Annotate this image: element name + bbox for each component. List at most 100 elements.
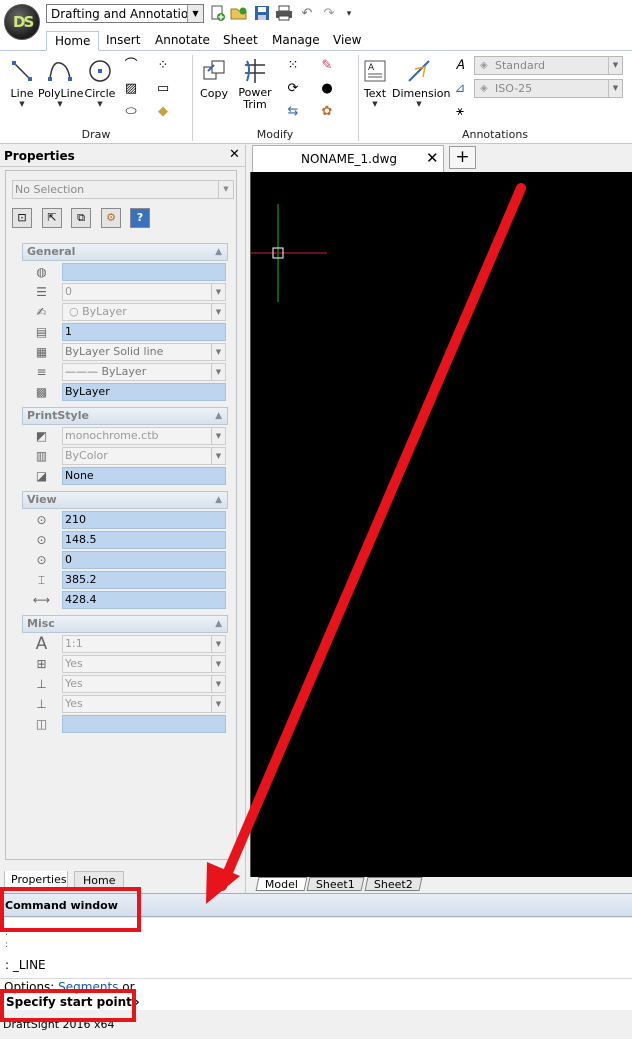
add-document-icon[interactable]: +	[449, 146, 476, 169]
section-misc-title: Misc	[27, 617, 55, 630]
property-row-print-table[interactable]: ◪ None	[22, 466, 228, 486]
rectangle-icon[interactable]: ▭	[152, 80, 174, 98]
draw-group-title: Draw	[81, 128, 111, 141]
tab-annotate[interactable]: Annotate	[147, 31, 218, 51]
line-button[interactable]: Line ▼	[6, 57, 38, 108]
property-row-line-color[interactable]: ✍ ○ ByLayer ▼	[22, 302, 228, 322]
document-tab[interactable]: NONAME_1.dwg ✕	[252, 145, 444, 172]
workspace-select[interactable]: Drafting and Annotation ▼	[46, 4, 204, 23]
document-tabs: NONAME_1.dwg ✕ +	[250, 145, 632, 172]
property-row-center-y[interactable]: ⊙ 148.5	[22, 530, 228, 550]
width-icon: ⟷	[32, 593, 51, 607]
annotations-group-title: Annotations	[461, 128, 529, 141]
dimension-button[interactable]: Dimension ▼	[392, 57, 450, 108]
section-view[interactable]: View ▲	[22, 491, 228, 509]
section-printstyle[interactable]: PrintStyle ▲	[22, 407, 228, 425]
circle-button[interactable]: Circle ▼	[84, 57, 116, 108]
select-objects-icon[interactable]: ⊡	[12, 208, 32, 228]
section-misc[interactable]: Misc ▲	[22, 615, 228, 633]
property-row-visual-style[interactable]: ◫	[22, 714, 228, 734]
tab-manage[interactable]: Manage	[264, 31, 328, 51]
chevron-down-icon: ▼	[211, 656, 225, 672]
linescale-icon: ▤	[35, 325, 48, 339]
power-trim-button[interactable]: Power Trim	[234, 57, 276, 111]
tab-sheet[interactable]: Sheet	[215, 31, 266, 51]
property-row-layer[interactable]: ☰ 0 ▼	[22, 282, 228, 302]
point-icon[interactable]: ⁘	[152, 57, 174, 75]
chevron-down-icon: ▼	[218, 181, 233, 198]
chevron-down-icon: ▼	[211, 448, 225, 464]
property-value: ——— ByLayer	[65, 365, 147, 378]
close-icon[interactable]: ✕	[426, 149, 439, 167]
property-value: 428.4	[62, 591, 226, 609]
dimension-style-icon[interactable]: ⊿	[449, 80, 471, 98]
property-value: Yes	[65, 657, 83, 670]
property-row-printstyle-table[interactable]: ◩ monochrome.ctb ▼	[22, 426, 228, 446]
property-row-lineweight[interactable]: ≡ ——— ByLayer ▼	[22, 362, 228, 382]
layout-tab-model[interactable]: Model	[255, 877, 308, 891]
redo-icon[interactable]: ↷	[320, 5, 338, 23]
section-general[interactable]: General ▲	[22, 243, 228, 261]
text-icon: A	[364, 60, 386, 82]
new-file-icon[interactable]	[208, 5, 226, 23]
save-icon[interactable]	[253, 5, 271, 23]
property-row-linescale[interactable]: ▤ 1	[22, 322, 228, 342]
text-style-dropdown[interactable]: ◈ Standard ▼	[474, 56, 623, 75]
help-icon[interactable]: ?	[130, 208, 150, 228]
properties-painter-icon[interactable]: ✿	[316, 103, 338, 121]
eraser-icon[interactable]: ◆	[152, 103, 174, 121]
property-row-ucs-icon-origin[interactable]: ⊥ Yes ▼	[22, 674, 228, 694]
arc-icon[interactable]: ⌒	[120, 57, 142, 75]
filter-icon[interactable]: ⚙	[101, 208, 121, 228]
dimension-style-dropdown[interactable]: ◈ ISO-25 ▼	[474, 79, 623, 98]
copy-button[interactable]: Copy	[198, 57, 230, 100]
quick-select-icon[interactable]: ⇱	[42, 208, 62, 228]
customize-icon[interactable]: ▾	[340, 5, 358, 23]
tab-insert[interactable]: Insert	[98, 31, 148, 51]
property-row-height[interactable]: ⌶ 385.2	[22, 570, 228, 590]
stretch-icon[interactable]: ⇆	[282, 103, 304, 121]
polyline-button[interactable]: PolyLine ▼	[38, 57, 83, 108]
property-row-width[interactable]: ⟷ 428.4	[22, 590, 228, 610]
collapse-icon: ▲	[215, 619, 222, 629]
tab-home[interactable]: Home	[46, 31, 100, 51]
print-icon[interactable]	[275, 5, 293, 23]
property-row-color[interactable]: ◍	[22, 262, 228, 282]
svg-text:A: A	[368, 63, 375, 73]
close-icon[interactable]: ✕	[229, 147, 240, 162]
tab-view[interactable]: View	[325, 31, 369, 51]
chevron-down-icon: ▼	[211, 428, 225, 444]
property-row-linestyle[interactable]: ▦ ByLayer Solid line ▼	[22, 342, 228, 362]
erase-icon[interactable]: ✎	[316, 57, 338, 75]
hatch-icon[interactable]: ▨	[120, 80, 142, 98]
collapse-icon: ▲	[215, 411, 222, 421]
selection-dropdown[interactable]: No Selection ▼	[12, 180, 234, 199]
property-row-center-x[interactable]: ⊙ 210	[22, 510, 228, 530]
app-logo[interactable]: DS	[4, 4, 40, 40]
explode-icon[interactable]: ●	[316, 80, 338, 98]
layout-tab-sheet2[interactable]: Sheet2	[364, 877, 423, 891]
chevron-down-icon[interactable]: ▼	[187, 5, 203, 22]
toggle-pickadd-icon[interactable]: ⧉	[71, 208, 91, 228]
property-row-printstyle[interactable]: ▥ ByColor ▼	[22, 446, 228, 466]
open-folder-icon[interactable]	[230, 5, 248, 23]
drawing-canvas[interactable]	[250, 172, 632, 877]
layout-tab-sheet1[interactable]: Sheet1	[306, 877, 365, 891]
ellipse-icon[interactable]: ⬭	[120, 103, 142, 121]
table-style-icon[interactable]: ⚹	[449, 103, 471, 121]
text-button[interactable]: A Text ▼	[360, 57, 390, 108]
property-row-annotation-scale[interactable]: A 1:1 ▼	[22, 634, 228, 654]
property-row-ucs-icon-on[interactable]: ⊞ Yes ▼	[22, 654, 228, 674]
ribbon-panel: Line ▼ PolyLine ▼ Circle ▼ ⌒ ▨ ⬭ ⁘ ▭ ◆ D…	[0, 51, 632, 144]
text-style-icon[interactable]: 𝐴	[449, 57, 471, 75]
property-row-ucs-per-viewport[interactable]: ⊥ Yes ▼	[22, 694, 228, 714]
rotate-icon[interactable]: ⟳	[282, 80, 304, 98]
undo-icon[interactable]: ↶	[298, 5, 316, 23]
chevron-down-icon: ▼	[211, 304, 225, 320]
array-icon[interactable]: ⁙	[282, 57, 304, 75]
property-row-transparency[interactable]: ▩ ByLayer	[22, 382, 228, 402]
printstyle-icon: ▥	[35, 449, 48, 463]
layout-tab-label: Model	[264, 878, 298, 891]
property-row-center-z[interactable]: ⊙ 0	[22, 550, 228, 570]
collapse-icon: ▲	[215, 495, 222, 505]
